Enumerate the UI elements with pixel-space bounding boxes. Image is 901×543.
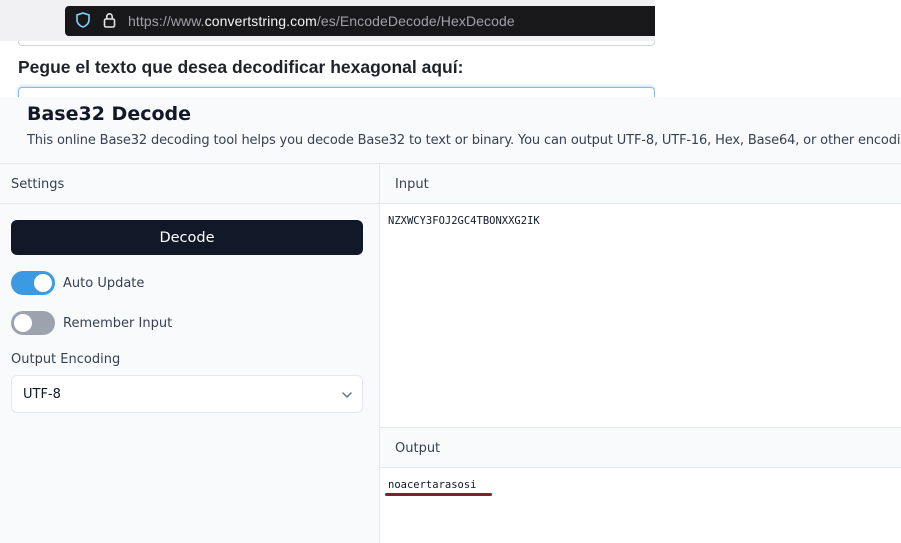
- chevron-down-icon: [342, 392, 352, 398]
- tool-header: Base32 Decode This online Base32 decodin…: [0, 97, 901, 164]
- paste-prompt-heading: Pegue el texto que desea decodificar hex…: [18, 57, 464, 77]
- background-browser-window: https://www.convertstring.com/es/EncodeD…: [0, 0, 655, 100]
- toggle-knob: [34, 274, 52, 292]
- auto-update-toggle[interactable]: [11, 271, 55, 295]
- output-title: Output: [395, 441, 441, 456]
- output-header: Output: [380, 428, 901, 468]
- lock-icon[interactable]: [103, 12, 116, 28]
- highlight-underline: [385, 493, 492, 496]
- remember-input-toggle[interactable]: [11, 311, 55, 335]
- url-domain: convertstring.com: [204, 13, 317, 29]
- remember-input-row: Remember Input: [11, 311, 172, 335]
- input-title: Input: [395, 177, 429, 192]
- input-text: NZXWCY3FOJ2GC4TBONXXG2IK: [388, 215, 540, 227]
- page-description: This online Base32 decoding tool helps y…: [27, 133, 901, 148]
- address-bar-url[interactable]: https://www.convertstring.com/es/EncodeD…: [128, 13, 515, 29]
- page-title: Base32 Decode: [27, 103, 192, 125]
- decode-button[interactable]: Decode: [11, 220, 363, 255]
- desktop-background: [655, 0, 901, 97]
- auto-update-row: Auto Update: [11, 271, 144, 295]
- auto-update-label: Auto Update: [63, 275, 145, 291]
- remember-input-label: Remember Input: [63, 315, 173, 331]
- base32-decode-tool: Base32 Decode This online Base32 decodin…: [0, 97, 901, 543]
- settings-panel: Settings Decode Auto Update Remember Inp…: [0, 164, 380, 543]
- settings-title: Settings: [11, 177, 65, 192]
- shield-icon[interactable]: [76, 12, 90, 28]
- input-header: Input: [380, 164, 901, 204]
- settings-header: Settings: [0, 164, 379, 204]
- url-path: /es/EncodeDecode/HexDecode: [316, 13, 515, 29]
- output-textarea[interactable]: noacertarasosi: [380, 468, 901, 543]
- output-encoding-label: Output Encoding: [11, 352, 121, 367]
- browser-toolbar: https://www.convertstring.com/es/EncodeD…: [0, 0, 655, 41]
- url-prefix: https://www.: [128, 13, 205, 29]
- output-encoding-select[interactable]: UTF-8: [11, 375, 363, 413]
- toggle-knob: [14, 314, 32, 332]
- previous-textbox-edge: [18, 41, 655, 46]
- input-textarea[interactable]: NZXWCY3FOJ2GC4TBONXXG2IK: [380, 204, 901, 428]
- output-text: noacertarasosi: [388, 479, 477, 491]
- output-encoding-value: UTF-8: [23, 387, 61, 402]
